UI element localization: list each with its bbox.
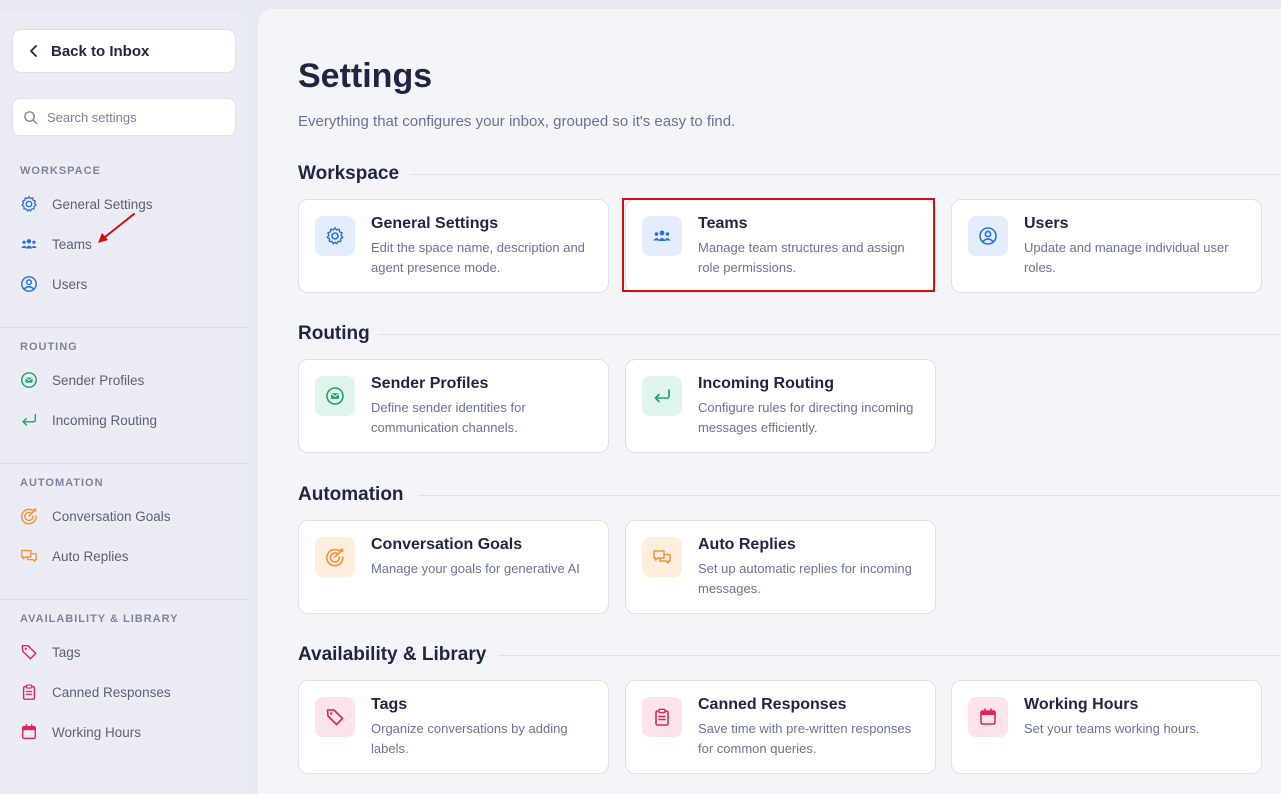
card-description: Set up automatic replies for incoming me… [698, 561, 912, 596]
sidebar-item-label: Canned Responses [52, 684, 171, 700]
sidebar-item-label: Tags [52, 644, 81, 660]
clipboard-icon [642, 697, 682, 737]
sidebar-item-incoming-routing[interactable]: Incoming Routing [20, 408, 157, 432]
card-description: Edit the space name, description and age… [371, 240, 585, 275]
page-title: Settings [298, 57, 433, 95]
settings-sidebar: Back to Inbox WORKSPACE General Settings… [0, 9, 248, 794]
section-title-routing: Routing [298, 323, 370, 344]
sidebar-item-label: Working Hours [52, 724, 142, 740]
sidebar-item-tags[interactable]: Tags [20, 640, 81, 664]
card-conversation-goals[interactable]: Conversation Goals Manage your goals for… [298, 520, 609, 614]
back-to-inbox-label: Back to Inbox [51, 42, 150, 60]
card-working-hours[interactable]: Working Hours Set your teams working hou… [951, 680, 1262, 774]
sidebar-group-availability-library: AVAILABILITY & LIBRARY [20, 613, 179, 625]
card-tags[interactable]: Tags Organize conversations by adding la… [298, 680, 609, 774]
search-settings[interactable] [12, 98, 236, 136]
sidebar-group-routing: ROUTING [20, 341, 78, 353]
team-icon [20, 234, 44, 254]
card-description: Configure rules for directing incoming m… [698, 400, 914, 435]
envelope-circle-icon [315, 376, 355, 416]
user-circle-icon [968, 216, 1008, 256]
sidebar-item-label: Users [52, 276, 88, 292]
section-divider [378, 334, 1281, 335]
return-arrow-icon [20, 410, 44, 430]
section-title-automation: Automation [298, 484, 404, 505]
target-icon [20, 506, 44, 526]
search-icon [24, 110, 38, 124]
card-title: Conversation Goals [371, 536, 523, 553]
card-sender-profiles[interactable]: Sender Profiles Define sender identities… [298, 359, 609, 453]
card-title: Canned Responses [698, 696, 847, 713]
section-title-availability-library: Availability & Library [298, 644, 487, 665]
card-canned-responses[interactable]: Canned Responses Save time with pre-writ… [625, 680, 936, 774]
sidebar-item-canned-responses[interactable]: Canned Responses [20, 680, 171, 704]
card-users[interactable]: Users Update and manage individual user … [951, 199, 1262, 293]
sidebar-divider [0, 599, 248, 600]
section-divider [418, 495, 1281, 496]
page-subtitle: Everything that configures your inbox, g… [298, 113, 736, 130]
user-circle-icon [20, 274, 44, 294]
sidebar-group-workspace: WORKSPACE [20, 165, 101, 177]
card-description: Save time with pre-written responses for… [698, 721, 912, 756]
section-divider [410, 174, 1281, 175]
card-title: Users [1024, 215, 1069, 232]
sidebar-item-label: Incoming Routing [52, 412, 158, 428]
clipboard-icon [20, 682, 44, 702]
card-description: Manage your goals for generative AI [371, 561, 580, 576]
sidebar-group-automation: AUTOMATION [20, 477, 104, 489]
teams-card-highlight [622, 198, 935, 292]
card-general-settings[interactable]: General Settings Edit the space name, de… [298, 199, 609, 293]
calendar-icon [968, 697, 1008, 737]
sidebar-item-conversation-goals[interactable]: Conversation Goals [20, 504, 171, 528]
chat-bubbles-icon [20, 546, 44, 566]
gear-icon [315, 216, 355, 256]
gear-icon [20, 194, 44, 214]
section-divider [498, 655, 1281, 656]
card-title: Auto Replies [698, 536, 796, 553]
target-icon [315, 537, 355, 577]
card-description: Update and manage individual user roles. [1024, 240, 1229, 275]
card-title: Sender Profiles [371, 375, 489, 392]
chat-bubbles-icon [642, 537, 682, 577]
annotation-arrow [98, 213, 135, 243]
sidebar-item-teams[interactable]: Teams [20, 232, 92, 256]
tag-icon [315, 697, 355, 737]
card-auto-replies[interactable]: Auto Replies Set up automatic replies fo… [625, 520, 936, 614]
return-arrow-icon [642, 376, 682, 416]
card-description: Set your teams working hours. [1024, 721, 1200, 736]
sidebar-item-auto-replies[interactable]: Auto Replies [20, 544, 129, 568]
chevron-left-icon [30, 45, 37, 57]
search-settings-input[interactable] [47, 109, 217, 125]
sidebar-item-working-hours[interactable]: Working Hours [20, 720, 141, 744]
card-incoming-routing[interactable]: Incoming Routing Configure rules for dir… [625, 359, 936, 453]
tag-icon [20, 642, 44, 662]
envelope-circle-icon [20, 370, 44, 390]
sidebar-item-label: Conversation Goals [52, 508, 171, 524]
section-title-workspace: Workspace [298, 163, 400, 184]
sidebar-item-label: Sender Profiles [52, 372, 145, 388]
back-to-inbox-button[interactable]: Back to Inbox [12, 29, 236, 73]
settings-main: Settings Everything that configures your… [258, 9, 1281, 794]
card-description: Organize conversations by adding labels. [371, 721, 568, 756]
card-description: Define sender identities for communicati… [371, 400, 526, 435]
card-title: Tags [371, 696, 408, 713]
sidebar-item-label: Auto Replies [52, 548, 129, 564]
sidebar-item-label: Teams [52, 236, 92, 252]
sidebar-divider [0, 327, 248, 328]
card-title: Working Hours [1024, 696, 1139, 713]
card-title: General Settings [371, 215, 499, 232]
sidebar-divider [0, 463, 248, 464]
card-title: Incoming Routing [698, 375, 834, 392]
sidebar-item-sender-profiles[interactable]: Sender Profiles [20, 368, 144, 392]
sidebar-item-users[interactable]: Users [20, 272, 87, 296]
calendar-icon [20, 722, 44, 742]
